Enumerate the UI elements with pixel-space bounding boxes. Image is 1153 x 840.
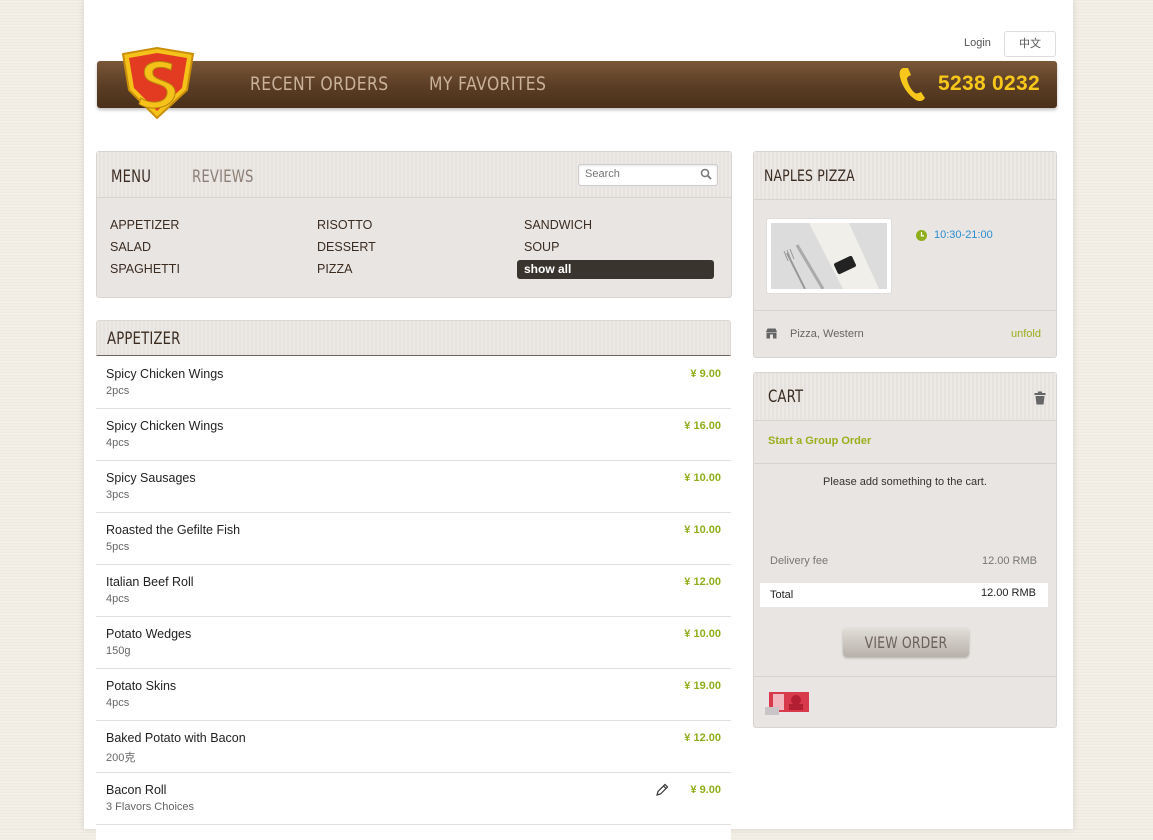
- logo-icon[interactable]: [117, 46, 197, 122]
- list-item[interactable]: Baked Potato with Bacon 200克 ¥ 12.00: [96, 720, 731, 773]
- cutlery-image: [771, 223, 887, 290]
- item-description: 200克: [106, 752, 136, 764]
- phone-number: 5238 0232: [938, 72, 1040, 95]
- list-item[interactable]: Potato Wedges 150g ¥ 10.00: [96, 616, 731, 669]
- category-spaghetti[interactable]: SPAGHETTI: [110, 262, 180, 276]
- cart-title: CART: [768, 387, 804, 407]
- item-price[interactable]: ¥ 10.00: [684, 628, 721, 640]
- restaurant-name: NAPLES PIZZA: [764, 166, 855, 185]
- list-item[interactable]: Italian Beef Roll 4pcs ¥ 12.00: [96, 564, 731, 617]
- shop-icon: [766, 328, 777, 339]
- group-order-row: Start a Group Order: [754, 420, 1056, 464]
- cart-header: CART: [754, 373, 1056, 421]
- phone-icon: [899, 68, 925, 102]
- item-name: Italian Beef Roll: [106, 575, 194, 589]
- item-price[interactable]: ¥ 10.00: [684, 524, 721, 536]
- delivery-fee-label: Delivery fee: [770, 555, 829, 567]
- list-item[interactable]: Potato Skins 4pcs ¥ 19.00: [96, 668, 731, 721]
- menu-item-list: APPETIZER Spicy Chicken Wings 2pcs ¥ 9.0…: [96, 320, 731, 840]
- group-order-link[interactable]: Start a Group Order: [768, 435, 871, 447]
- trash-icon[interactable]: [1034, 391, 1046, 405]
- item-name: Bacon Roll: [106, 783, 167, 797]
- delivery-fee-value: 12.00 RMB: [981, 555, 1037, 567]
- item-name: Spicy Chicken Wings: [106, 367, 224, 381]
- item-price[interactable]: ¥ 12.00: [684, 576, 721, 588]
- restaurant-header: NAPLES PIZZA: [754, 152, 1056, 200]
- list-item[interactable]: Spicy Chicken Wings 4pcs ¥ 16.00: [96, 408, 731, 461]
- login-link[interactable]: Login: [964, 37, 991, 49]
- unfold-link[interactable]: unfold: [1011, 328, 1041, 340]
- item-description: 2pcs: [106, 385, 130, 397]
- item-name: Spicy Chicken Wings: [106, 419, 224, 433]
- category-salad[interactable]: SALAD: [110, 240, 151, 254]
- item-description: 4pcs: [106, 697, 130, 709]
- item-name: Spicy Sausages: [106, 471, 196, 485]
- list-item[interactable]: Spicy Sausages 3pcs ¥ 10.00: [96, 460, 731, 513]
- item-description: 3pcs: [106, 489, 130, 501]
- item-name: Baked Potato with Bacon: [106, 731, 246, 745]
- tab-reviews[interactable]: REVIEWS: [192, 167, 254, 187]
- cart-empty-message: Please add something to the cart.: [823, 476, 987, 488]
- item-description: 4pcs: [106, 437, 130, 449]
- total-label: Total: [770, 589, 794, 601]
- divider: [754, 676, 1056, 677]
- item-name: Potato Skins: [106, 679, 177, 693]
- item-description: 4pcs: [106, 593, 130, 605]
- category-risotto[interactable]: RISOTTO: [317, 218, 372, 232]
- list-item[interactable]: Roasted the Gefilte Fish 5pcs ¥ 10.00: [96, 512, 731, 565]
- item-price[interactable]: ¥ 9.00: [690, 368, 721, 380]
- item-name: Potato Wedges: [106, 627, 192, 641]
- total-value: 12.00 RMB: [980, 587, 1036, 599]
- menu-panel-header: MENU REVIEWS: [97, 152, 731, 198]
- search-input[interactable]: [585, 168, 695, 180]
- pencil-icon[interactable]: [655, 783, 669, 797]
- list-item[interactable]: Spicy Chicken Wings 2pcs ¥ 9.00: [96, 356, 731, 409]
- total-row: Total 12.00 RMB: [760, 583, 1048, 607]
- nav-my-favorites[interactable]: MY FAVORITES: [429, 73, 546, 95]
- item-price[interactable]: ¥ 10.00: [684, 472, 721, 484]
- list-title: APPETIZER: [107, 329, 181, 349]
- cart-panel: CART Start a Group Order Please add some…: [753, 372, 1057, 728]
- rmb-banknote-icon: [765, 689, 811, 715]
- category-soup[interactable]: SOUP: [524, 240, 559, 254]
- item-price[interactable]: ¥ 19.00: [684, 680, 721, 692]
- nav-recent-orders[interactable]: RECENT ORDERS: [250, 73, 388, 95]
- search-box[interactable]: [578, 164, 718, 186]
- category-appetizer[interactable]: APPETIZER: [110, 218, 179, 232]
- item-description: 150g: [106, 645, 131, 657]
- tab-menu[interactable]: MENU: [111, 167, 151, 187]
- divider: [754, 310, 1056, 311]
- item-description: 5pcs: [106, 541, 130, 553]
- item-description: 3 Flavors Choices: [106, 801, 195, 813]
- category-dessert[interactable]: DESSERT: [317, 240, 376, 254]
- item-name: Roasted the Gefilte Fish: [106, 523, 241, 537]
- item-price[interactable]: ¥ 12.00: [684, 732, 721, 744]
- search-icon[interactable]: [700, 168, 712, 180]
- restaurant-panel: NAPLES PIZZA 10:30-21:00 Pizza, Western …: [753, 151, 1057, 358]
- category-sandwich[interactable]: SANDWICH: [524, 218, 592, 232]
- view-order-button[interactable]: VIEW ORDER: [843, 628, 969, 657]
- list-header: APPETIZER: [96, 320, 731, 356]
- show-all-button[interactable]: show all: [517, 260, 714, 279]
- cuisine-tags: Pizza, Western: [790, 328, 864, 340]
- opening-hours: 10:30-21:00: [934, 229, 993, 241]
- menu-panel: MENU REVIEWS APPETIZER RISOTTO SANDWICH …: [96, 151, 732, 298]
- list-item[interactable]: Bacon Roll 3 Flavors Choices ¥ 9.00: [96, 772, 731, 825]
- item-price[interactable]: ¥ 16.00: [684, 420, 721, 432]
- category-pizza[interactable]: PIZZA: [317, 262, 352, 276]
- view-order-label: VIEW ORDER: [864, 633, 948, 652]
- item-price[interactable]: ¥ 9.00: [690, 784, 721, 796]
- language-switch-button[interactable]: 中文: [1004, 31, 1056, 57]
- clock-icon: [916, 230, 927, 241]
- restaurant-photo: [766, 218, 892, 294]
